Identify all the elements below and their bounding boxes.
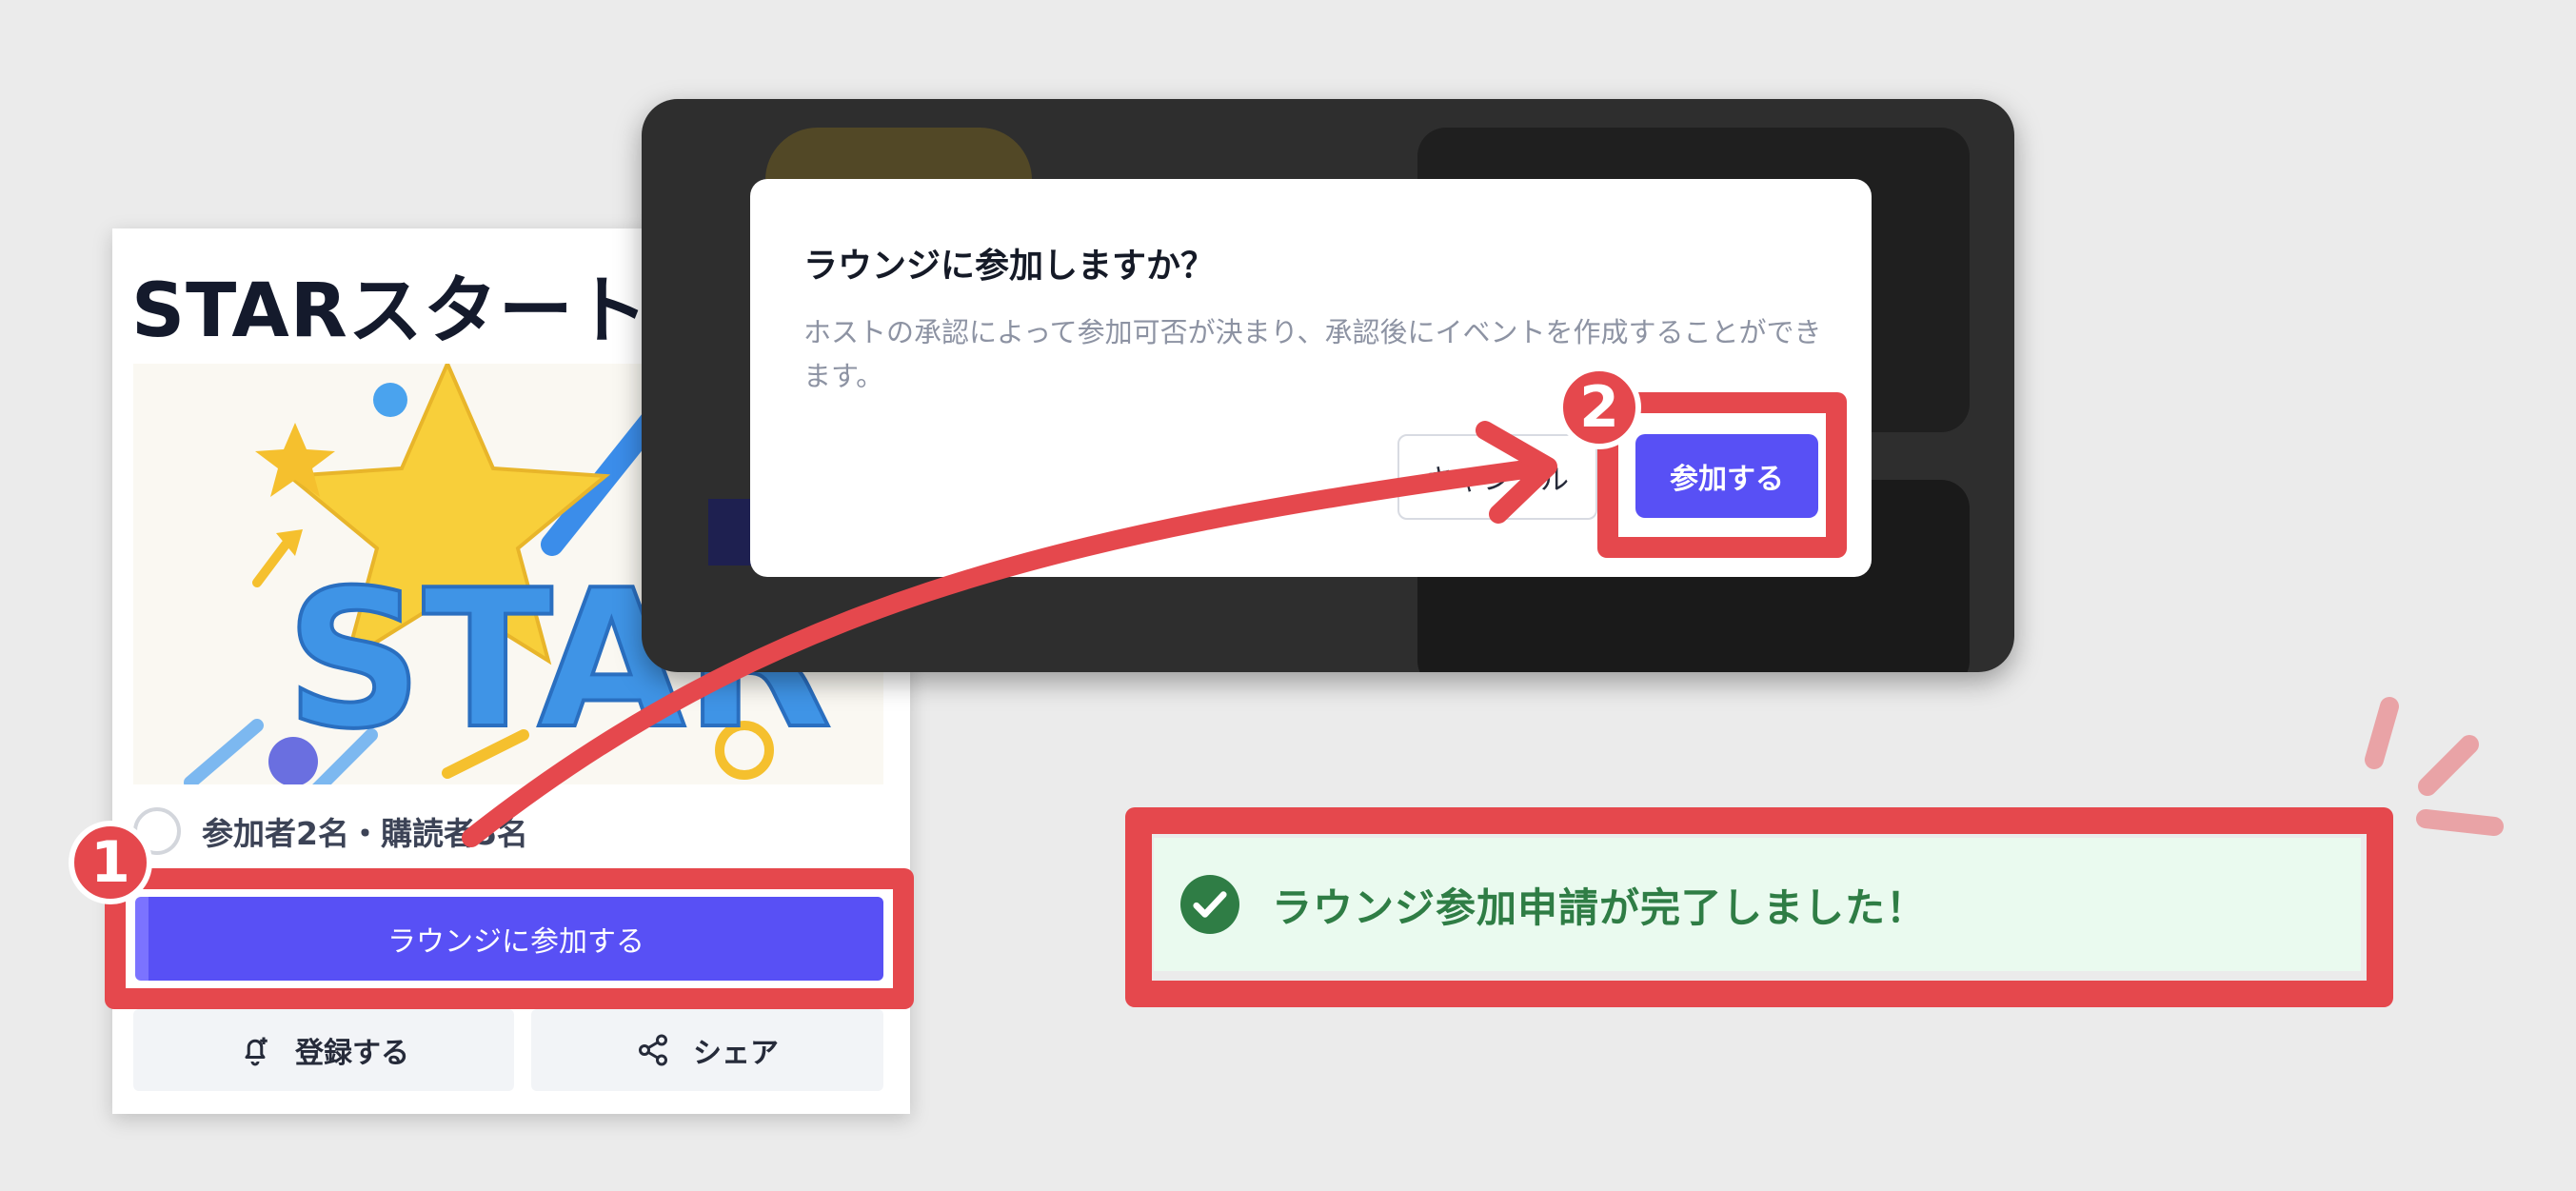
confirm-join-button[interactable]: 参加する (1635, 434, 1818, 518)
lounge-title: STARスタートア (131, 268, 724, 354)
stats-row: 参加者2名・購読者5名 (133, 807, 528, 855)
sparkle-mark (2416, 809, 2504, 836)
sparkle-mark (2418, 735, 2479, 796)
subscribe-label: 登録する (295, 1037, 409, 1070)
join-confirm-dialog: ラウンジに参加しますか？ ホストの承認によって参加可否が決まり、承認後にイベント… (750, 179, 1872, 577)
bell-plus-icon (245, 1037, 268, 1066)
dialog-backdrop: ラウンジに参加しますか？ ホストの承認によって参加可否が決まり、承認後にイベント… (642, 99, 2014, 672)
share-label: シェア (693, 1037, 779, 1070)
success-toast: ラウンジ参加申請が完了しました！ (1154, 838, 2361, 971)
cancel-button[interactable]: キャンセル (1397, 434, 1597, 520)
dialog-title: ラウンジに参加しますか？ (803, 247, 1216, 286)
share-icon (639, 1034, 667, 1066)
toast-message: ラウンジ参加申請が完了しました！ (1272, 883, 1928, 931)
subscribe-button[interactable]: 登録する (133, 1009, 514, 1091)
sparkle-mark (2365, 697, 2399, 769)
check-circle-icon (1180, 875, 1239, 934)
participant-stats: 参加者2名・購読者5名 (202, 815, 528, 852)
step1-badge: 1 (69, 821, 152, 904)
share-button[interactable]: シェア (531, 1009, 883, 1091)
dialog-body: ホストの承認によって参加可否が決まり、承認後にイベントを作成することができます。 (803, 316, 1822, 392)
join-lounge-button[interactable]: ラウンジに参加する (135, 897, 883, 981)
step2-badge: 2 (1557, 366, 1641, 449)
